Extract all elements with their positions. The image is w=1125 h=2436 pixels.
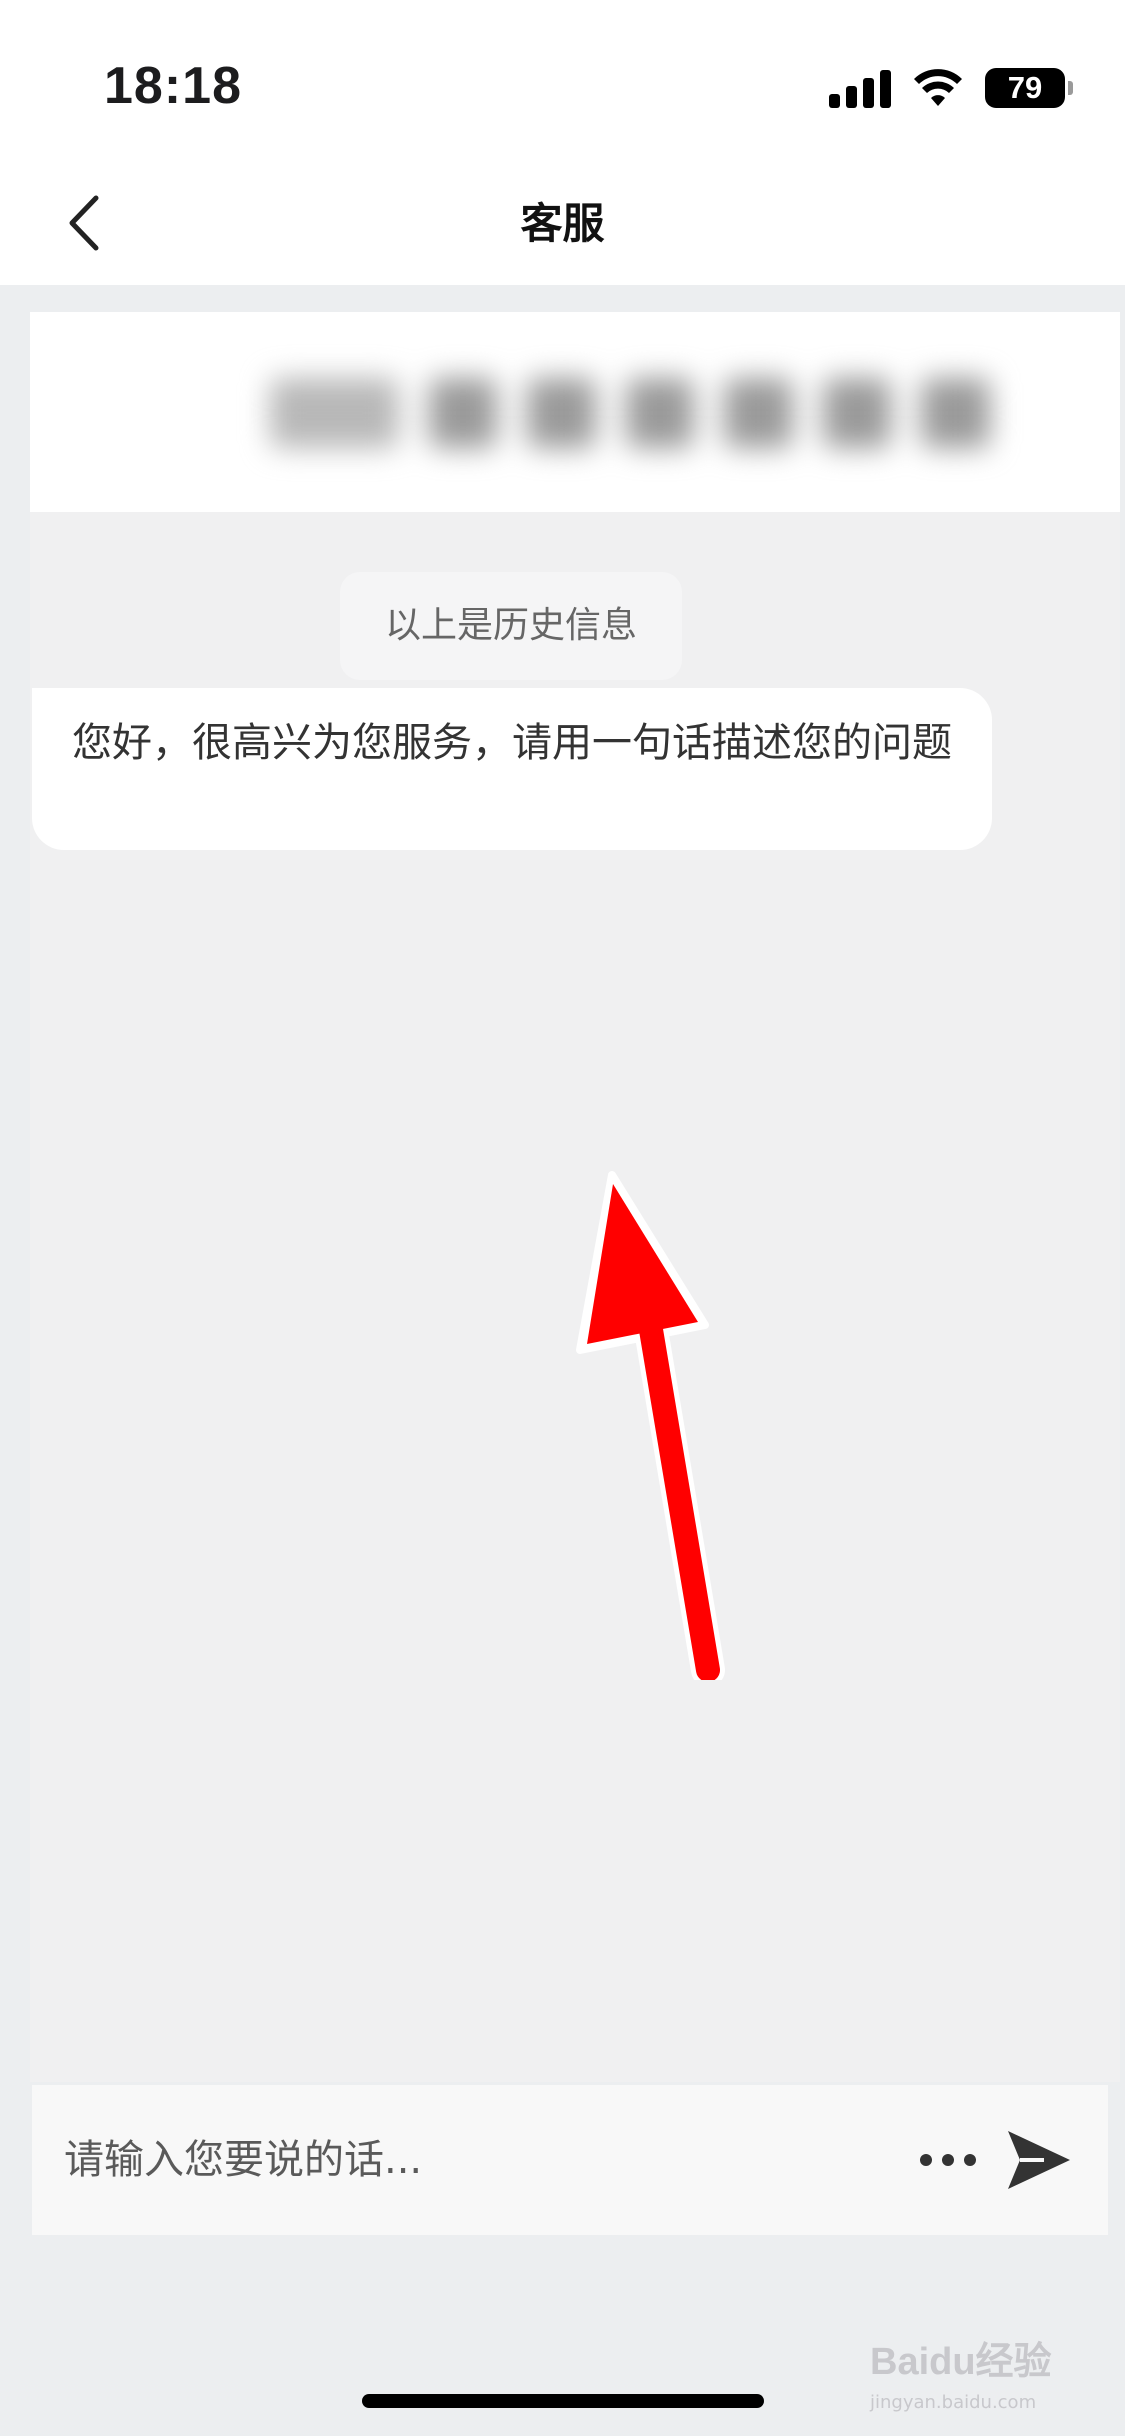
nav-bar: 客服: [0, 160, 1125, 285]
more-dots-icon[interactable]: [920, 2147, 980, 2173]
signal-icon: [829, 68, 891, 108]
wifi-icon: [914, 69, 962, 106]
history-notice: 以上是历史信息: [340, 572, 682, 680]
screen: 18:18 79 客服 以上是历史信息 您好，很高兴为您服务，请用一句话描述您的…: [0, 0, 1125, 2436]
status-time: 18:18: [104, 57, 242, 115]
banner-blurred: [30, 312, 1120, 512]
message-input[interactable]: [64, 2120, 894, 2200]
annotation-arrow: [576, 1171, 725, 1680]
message-bubble-agent: 您好，很高兴为您服务，请用一句话描述您的问题: [32, 688, 992, 850]
status-icons: 79: [829, 66, 1073, 110]
battery-icon: 79: [985, 68, 1073, 108]
input-bar: [32, 2085, 1108, 2235]
status-bar: 18:18 79: [0, 0, 1125, 160]
page-title: 客服: [520, 199, 605, 248]
home-indicator[interactable]: [362, 2394, 764, 2408]
banner-blurred-content: [270, 368, 991, 458]
send-icon[interactable]: [1004, 2127, 1074, 2193]
watermark-url: jingyan.baidu.com: [870, 2392, 1037, 2413]
